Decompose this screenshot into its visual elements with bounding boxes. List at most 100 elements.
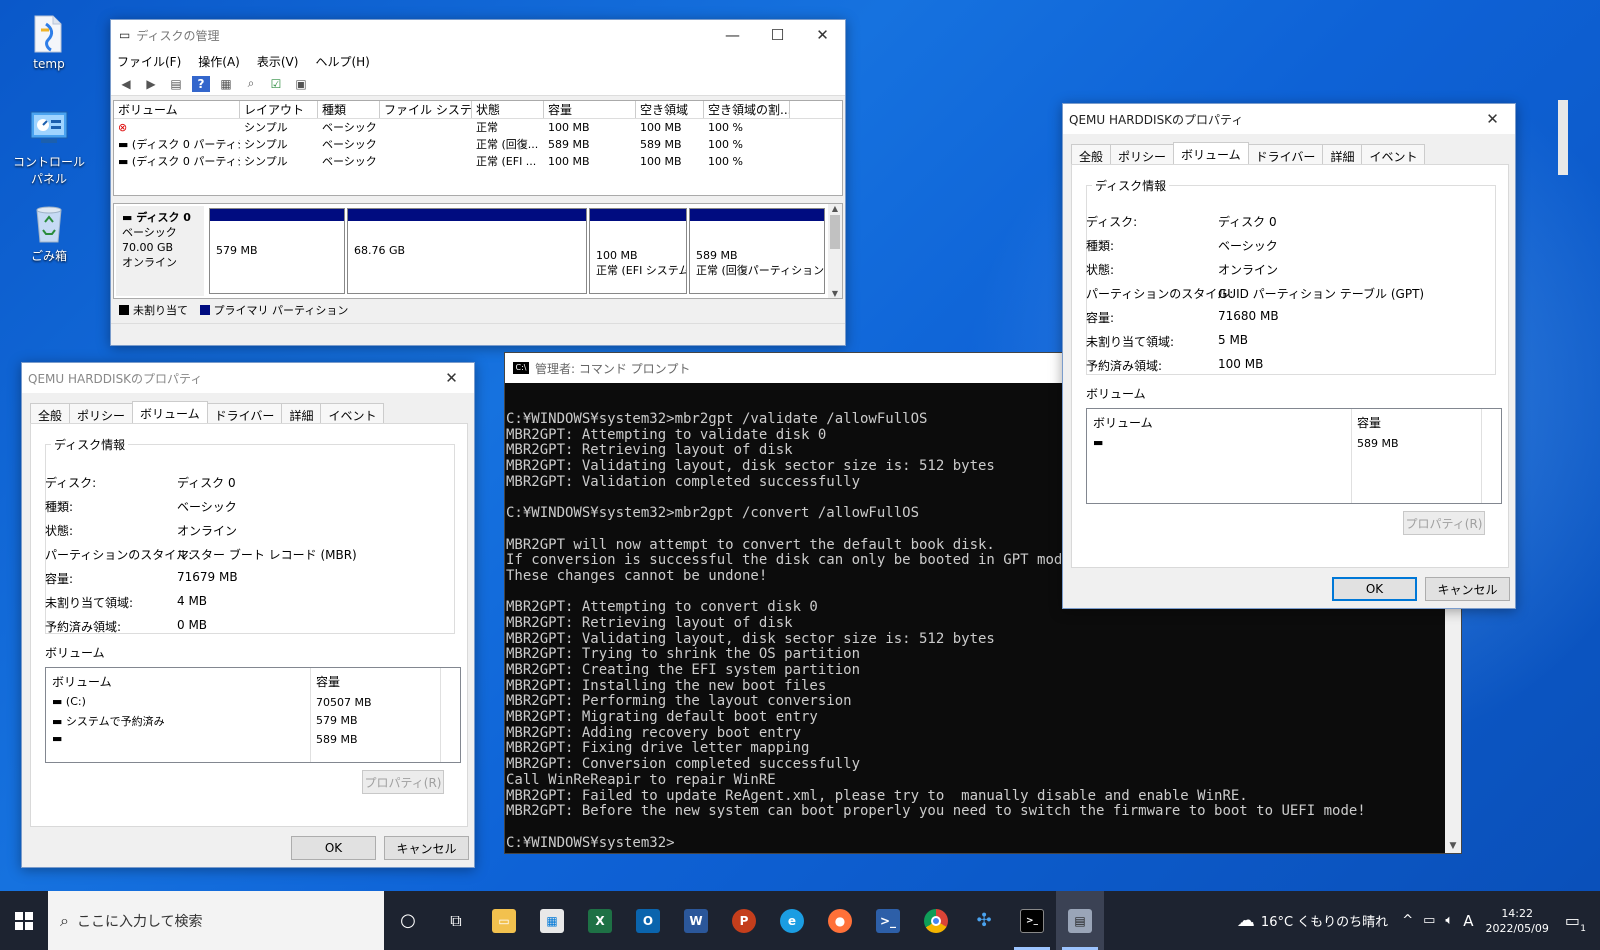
console-line: MBR2GPT: Adding recovery boot entry — [506, 724, 802, 741]
taskbar-cmd[interactable]: >_ — [1008, 891, 1056, 950]
column-header[interactable]: 容量 — [1357, 414, 1381, 431]
cancel-button[interactable]: キャンセル — [384, 836, 469, 860]
partition-block[interactable]: 589 MB 正常 (回復パーティション) — [689, 208, 825, 294]
console-line: MBR2GPT: Trying to shrink the OS partiti… — [506, 646, 861, 663]
help-icon[interactable]: ? — [192, 75, 210, 92]
properties-icon[interactable]: ▣ — [292, 76, 310, 92]
window-title: QEMU HARDDISKのプロパティ — [1069, 112, 1244, 127]
column-header[interactable]: レイアウト — [240, 101, 318, 118]
console-line: Call WinReReapir to repair WinRE — [506, 771, 776, 788]
list-item[interactable]: ▬ システムで予約済み — [52, 713, 165, 729]
forward-arrow-icon[interactable]: ▶ — [142, 76, 160, 92]
taskbar-explorer[interactable]: ▭ — [480, 891, 528, 950]
table-row[interactable]: ⊗ シンプル ベーシック 正常 100 MB 100 MB 100 % — [114, 119, 842, 136]
toolbar: ◀ ▶ ▤ ? ▦ ⌕ ☑ ▣ — [111, 72, 845, 96]
list-item[interactable]: ▬ — [1093, 436, 1103, 449]
network-icon[interactable]: ▭ — [1423, 913, 1435, 928]
taskbar-outlook[interactable]: O — [624, 891, 672, 950]
partition-size: 579 MB — [216, 244, 258, 257]
column-header[interactable]: ファイル システム — [380, 101, 472, 118]
info-value: GUID パーティション テーブル (GPT) — [1218, 287, 1425, 301]
menu-file[interactable]: ファイル(F) — [117, 53, 181, 70]
properties-button[interactable]: プロパティ(R) — [362, 770, 444, 794]
table-row[interactable]: ▬ (ディスク 0 パーティシ... シンプル ベーシック 正常 (EFI ..… — [114, 153, 842, 170]
back-arrow-icon[interactable]: ◀ — [117, 76, 135, 92]
taskbar-excel[interactable]: X — [576, 891, 624, 950]
taskbar-firefox[interactable]: ● — [816, 891, 864, 950]
taskbar-disk-management[interactable]: ▤ — [1056, 891, 1104, 950]
partition-block[interactable]: 68.76 GB — [347, 208, 587, 294]
taskbar-word[interactable]: W — [672, 891, 720, 950]
close-button[interactable]: ✕ — [1470, 104, 1515, 134]
column-header[interactable]: ボリューム — [52, 673, 112, 690]
desktop-icon-temp[interactable]: temp — [9, 12, 89, 71]
taskbar: ⌕ ここに入力して検索 ○ ⧉ ▭ ▦ X O W P e ● >_ ✣ >_ … — [0, 891, 1600, 950]
column-header[interactable]: 空き領域の割... — [704, 101, 790, 118]
list-view-icon[interactable]: ▦ — [217, 76, 235, 92]
weather-text[interactable]: 16°C くもりのち晴れ — [1261, 911, 1388, 930]
table-row[interactable]: ▬ (ディスク 0 パーティシ... シンプル ベーシック 正常 (回復... … — [114, 136, 842, 153]
cancel-button[interactable]: キャンセル — [1425, 577, 1510, 601]
check-icon[interactable]: ☑ — [267, 76, 285, 92]
column-header[interactable]: 種類 — [318, 101, 380, 118]
partition-block[interactable]: 579 MB — [209, 208, 345, 294]
taskbar-chrome[interactable] — [912, 891, 960, 950]
taskbar-edge[interactable]: e — [768, 891, 816, 950]
ime-indicator[interactable]: A — [1463, 912, 1473, 930]
scroll-down-icon[interactable]: ▼ — [1445, 841, 1461, 851]
graphical-view-scrollbar[interactable]: ▲ ▼ — [828, 204, 842, 298]
column-header[interactable]: 容量 — [544, 101, 636, 118]
clock[interactable]: 14:22 2022/05/09 — [1485, 906, 1548, 936]
partition-block[interactable]: 100 MB 正常 (EFI システム — [589, 208, 687, 294]
column-header[interactable]: 空き領域 — [636, 101, 704, 118]
scroll-thumb[interactable] — [830, 215, 840, 249]
chevron-up-icon[interactable]: ^ — [1402, 913, 1413, 928]
info-value: ディスク 0 — [1218, 215, 1277, 229]
taskbar-search-box[interactable]: ⌕ ここに入力して検索 — [48, 891, 384, 950]
close-button[interactable]: ✕ — [800, 20, 845, 50]
info-key: 予約済み領域: — [45, 620, 122, 634]
column-header[interactable]: 状態 — [472, 101, 544, 118]
column-header[interactable]: 容量 — [316, 673, 340, 690]
disk-status: オンライン — [122, 256, 177, 269]
notification-count: 1 — [1580, 924, 1586, 934]
taskbar-network-app[interactable]: ✣ — [960, 891, 1008, 950]
console-line: MBR2GPT: Performing the layout conversio… — [506, 693, 852, 710]
menu-action[interactable]: 操作(A) — [198, 53, 240, 70]
list-item[interactable]: ▬ — [52, 732, 62, 745]
disk-0-label[interactable]: ▬ ディスク 0 ベーシック 70.00 GB オンライン — [116, 206, 204, 296]
list-item[interactable]: ▬ (C:) — [52, 695, 86, 708]
console-tree-icon[interactable]: ▤ — [167, 76, 185, 92]
desktop-icon-control-panel[interactable]: コントロール パネル — [6, 108, 92, 187]
menu-help[interactable]: ヘルプ(H) — [315, 53, 369, 70]
cortana-button[interactable]: ○ — [384, 891, 432, 950]
drive-icon: ▬ — [52, 695, 63, 708]
scroll-down-icon[interactable]: ▼ — [828, 289, 842, 298]
start-button[interactable] — [0, 891, 48, 950]
task-view-button[interactable]: ⧉ — [432, 891, 480, 950]
minimize-button[interactable]: — — [710, 20, 755, 50]
close-button[interactable]: ✕ — [429, 363, 474, 393]
column-header[interactable]: ボリューム — [114, 101, 240, 118]
console-line: MBR2GPT: Validating layout, disk sector … — [506, 630, 995, 647]
notification-button[interactable]: ▭ 1 — [1565, 911, 1586, 934]
disk-info-label: ディスク情報 — [1092, 177, 1170, 194]
desktop-icon-recycle-bin[interactable]: ごみ箱 — [9, 202, 89, 264]
taskbar-powershell[interactable]: >_ — [864, 891, 912, 950]
menu-view[interactable]: 表示(V) — [257, 53, 299, 70]
column-header[interactable]: ボリューム — [1093, 414, 1153, 431]
window-title: ディスクの管理 — [136, 28, 220, 43]
scroll-up-icon[interactable]: ▲ — [828, 204, 842, 213]
console-line: C:¥WINDOWS¥system32> — [506, 834, 675, 851]
properties-button[interactable]: プロパティ(R) — [1403, 511, 1485, 535]
taskbar-powerpoint[interactable]: P — [720, 891, 768, 950]
volume-icon[interactable]: 🔈︎ — [1445, 913, 1453, 928]
taskbar-store[interactable]: ▦ — [528, 891, 576, 950]
disk-management-window: ▭ ディスクの管理 — ☐ ✕ ファイル(F) 操作(A) 表示(V) ヘルプ(… — [110, 19, 846, 346]
maximize-button[interactable]: ☐ — [755, 20, 800, 50]
primary-swatch — [199, 305, 210, 315]
ok-button[interactable]: OK — [291, 836, 376, 860]
rescan-icon[interactable]: ⌕ — [242, 76, 260, 92]
error-icon: ⊗ — [118, 121, 128, 134]
ok-button[interactable]: OK — [1332, 577, 1417, 601]
